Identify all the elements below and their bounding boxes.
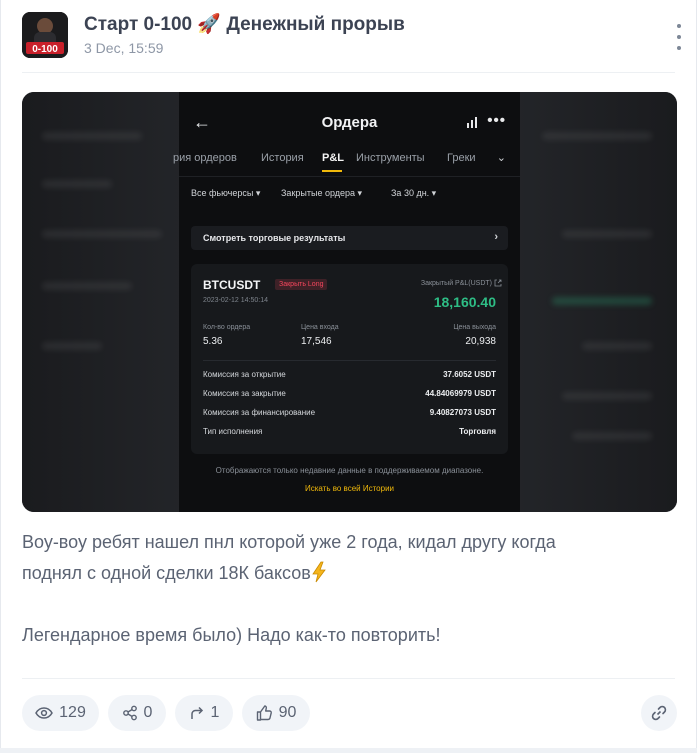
fee-value: 9.40827073 USDT: [429, 408, 496, 417]
fee-label: Комиссия за открытие: [203, 370, 286, 379]
execution-type-row: Тип исполнения Торговля: [203, 427, 496, 446]
qty-label: Кол-во ордера: [203, 324, 251, 331]
post-text: Воу-воу ребят нашел пнл которой уже 2 го…: [22, 527, 662, 651]
tab-greeks: Греки: [447, 152, 476, 164]
blur-shape: [42, 230, 162, 238]
avatar-image: 0-100: [22, 12, 68, 58]
exit-price-label: Цена выхода: [453, 324, 496, 331]
post-image[interactable]: ← Ордера ••• рия ордеров История P&L Инс…: [22, 92, 677, 512]
divider: [203, 360, 496, 361]
fee-label: Комиссия за финансирование: [203, 408, 316, 417]
link-icon: [651, 705, 667, 721]
divider: [179, 176, 520, 177]
more-dots-icon: •••: [487, 112, 506, 129]
chart-icon: [467, 117, 477, 128]
forward-arrow-icon: [190, 706, 203, 719]
blur-shape: [552, 297, 652, 305]
search-history-link: Искать во всей Истории: [304, 484, 395, 493]
post-text-line: Легендарное время было) Надо как-то повт…: [22, 625, 441, 645]
tab-instruments: Инструменты: [356, 152, 425, 164]
pnl-card: BTCUSDT Закрыть Long 2023-02-12 14:50:14…: [191, 264, 508, 454]
tab-order-history: рия ордеров: [173, 152, 237, 164]
more-options-icon[interactable]: [675, 24, 683, 50]
blur-shape: [582, 342, 652, 350]
blur-shape: [572, 432, 652, 440]
order-columns: Кол-во ордера 5.36 Цена входа 17,546 Цен…: [203, 324, 496, 354]
share-out-icon: [494, 279, 502, 287]
shares-count: 0: [143, 704, 153, 721]
share-icon: [122, 705, 137, 721]
copy-link-button[interactable]: [641, 695, 677, 731]
blur-shape: [562, 230, 652, 238]
divider: [22, 678, 675, 679]
qty-value: 5.36: [203, 336, 223, 347]
likes-count: 90: [278, 704, 297, 721]
divider: [22, 72, 675, 73]
channel-avatar[interactable]: 0-100: [22, 12, 68, 58]
tab-pnl: P&L: [322, 152, 344, 164]
views-counter[interactable]: 129: [22, 695, 99, 731]
post-text-line-with-emoji: поднял с одной сделки 18К баксов: [22, 558, 662, 589]
likes-counter[interactable]: 90: [242, 695, 310, 731]
filter-period: За 30 дн. ▾: [391, 188, 437, 198]
trading-results-row: Смотреть торговые результаты ›: [191, 226, 508, 250]
fee-value: 37.6052 USDT: [443, 370, 496, 379]
pnl-datetime: 2023-02-12 14:50:14: [203, 297, 268, 304]
shares-counter[interactable]: 0: [108, 695, 166, 731]
phone-screenshot: ← Ордера ••• рия ордеров История P&L Инс…: [173, 92, 520, 512]
fee-rows: Комиссия за открытие 37.6052 USDT Комисс…: [203, 370, 496, 446]
blur-shape: [542, 132, 652, 140]
blur-shape: [42, 180, 112, 188]
lightning-bolt-icon: [312, 561, 326, 583]
screenshot-topbar: ← Ордера •••: [179, 110, 520, 138]
trading-results-label: Смотреть торговые результаты: [203, 233, 346, 243]
blur-shape: [42, 342, 102, 350]
screenshot-footnote: Отображаются только недавние данные в по…: [215, 466, 484, 475]
chevron-right-icon: ›: [494, 231, 498, 243]
entry-price-value: 17,546: [301, 336, 332, 347]
fee-label: Комиссия за закрытие: [203, 389, 286, 398]
forwards-counter[interactable]: 1: [175, 695, 233, 731]
fee-row-close: Комиссия за закрытие 44.84069979 USDT: [203, 389, 496, 408]
views-count: 129: [59, 704, 86, 721]
bottom-separator: [0, 748, 697, 753]
pnl-symbol: BTCUSDT: [203, 278, 261, 292]
blur-shape: [42, 282, 132, 290]
forwards-count: 1: [210, 704, 220, 721]
eye-icon: [35, 707, 54, 719]
filter-futures: Все фьючерсы ▾: [191, 188, 261, 198]
post-text-line: поднял с одной сделки 18К баксов: [22, 563, 311, 583]
fee-value: 44.84069979 USDT: [425, 389, 496, 398]
screenshot-tabs: рия ордеров История P&L Инструменты Грек…: [173, 152, 520, 176]
thumbs-up-icon: [256, 705, 272, 721]
execution-type-value: Торговля: [459, 427, 496, 436]
fee-row-funding: Комиссия за финансирование 9.40827073 US…: [203, 408, 496, 427]
execution-type-label: Тип исполнения: [203, 427, 263, 436]
close-long-badge: Закрыть Long: [275, 279, 328, 290]
tab-history: История: [261, 152, 304, 164]
entry-price-label: Цена входа: [301, 324, 339, 331]
active-tab-underline: [322, 170, 342, 172]
blur-shape: [42, 132, 142, 140]
fee-row-open: Комиссия за открытие 37.6052 USDT: [203, 370, 496, 389]
post-date: 3 Dec, 15:59: [84, 40, 164, 56]
channel-title[interactable]: Старт 0-100 🚀 Денежный прорыв: [84, 12, 405, 36]
blur-shape: [562, 392, 652, 400]
avatar-logo-text: 0-100: [32, 44, 58, 55]
post-text-line: Воу-воу ребят нашел пнл которой уже 2 го…: [22, 532, 556, 552]
filter-closed-orders: Закрытые ордера ▾: [281, 188, 363, 198]
exit-price-value: 20,938: [465, 336, 496, 347]
pnl-value: 18,160.40: [433, 294, 496, 310]
pnl-label: Закрытый P&L(USDT): [420, 280, 492, 287]
chevron-down-icon: ⌄: [496, 152, 506, 164]
